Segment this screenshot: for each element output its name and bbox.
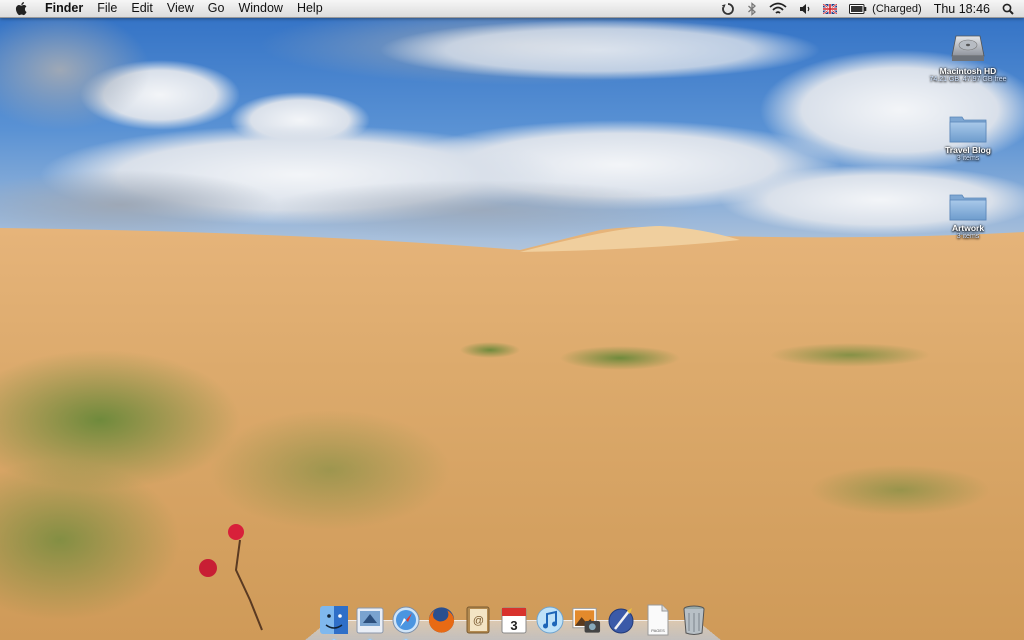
dock-item-safari[interactable] — [390, 603, 421, 640]
bluetooth-icon[interactable] — [747, 0, 757, 17]
desktop-icon-info: 74.21 GB, 47.97 GB free — [929, 76, 1007, 83]
sync-icon[interactable] — [721, 0, 735, 17]
dock-item-pages-document[interactable]: PAGES — [643, 603, 674, 637]
pages-doc-label: PAGES — [652, 628, 666, 633]
iphoto-icon — [572, 607, 600, 633]
finder-icon — [319, 606, 348, 634]
dock-item-iphoto[interactable] — [571, 603, 602, 637]
ical-icon: 3 — [501, 607, 527, 634]
trash-icon — [683, 605, 705, 635]
folder-icon — [918, 103, 1018, 143]
dock-item-finder[interactable] — [318, 603, 349, 640]
dock-item-address-book[interactable]: @ — [462, 603, 493, 637]
menu-window[interactable]: Window — [231, 0, 289, 17]
itunes-icon — [536, 606, 564, 634]
battery-status-text: (Charged) — [872, 2, 922, 15]
battery-icon[interactable]: (Charged) — [849, 0, 922, 17]
desktop-icon-info: 3 items — [956, 233, 980, 240]
dock-item-ical[interactable]: 3 — [498, 603, 529, 637]
firefox-icon — [429, 607, 455, 633]
desktop-icon-artwork[interactable]: Artwork 3 items — [918, 181, 1018, 240]
desktop-icon-travel-blog[interactable]: Travel Blog 3 items — [918, 103, 1018, 162]
address-book-icon: @ — [466, 606, 490, 634]
desktop-icon-macintosh-hd[interactable]: Macintosh HD 74.21 GB, 47.97 GB free — [918, 24, 1018, 83]
uk-flag-icon[interactable] — [823, 0, 838, 17]
svg-text:@: @ — [473, 615, 484, 627]
desktop[interactable]: Finder File Edit View Go Window Help (Ch… — [0, 0, 1024, 640]
dock-item-firefox[interactable] — [426, 603, 457, 637]
hard-drive-icon — [918, 24, 1018, 64]
menu-go[interactable]: Go — [201, 0, 232, 17]
dock-item-preview[interactable] — [607, 603, 638, 637]
desert-wallpaper — [0, 0, 1024, 640]
menu-bar: Finder File Edit View Go Window Help (Ch… — [0, 0, 1024, 18]
menu-file[interactable]: File — [90, 0, 124, 17]
desktop-icon-label: Travel Blog — [945, 145, 991, 155]
mail-icon — [356, 607, 384, 634]
dock-item-trash[interactable] — [679, 603, 710, 637]
preview-icon — [608, 608, 634, 634]
wifi-icon[interactable] — [769, 0, 787, 17]
menu-view[interactable]: View — [160, 0, 201, 17]
menu-clock[interactable]: Thu 18:46 — [934, 2, 990, 16]
volume-icon[interactable] — [799, 0, 811, 17]
app-menu-finder[interactable]: Finder — [43, 0, 90, 17]
ical-date: 3 — [510, 618, 517, 633]
spotlight-icon[interactable] — [1002, 0, 1014, 17]
apple-icon[interactable] — [14, 1, 32, 16]
pages-document-icon: PAGES — [647, 604, 669, 636]
dock: @ 3 PAGES — [318, 595, 710, 640]
desktop-icon-label: Macintosh HD — [939, 66, 997, 76]
dock-item-itunes[interactable] — [535, 603, 566, 637]
safari-icon — [392, 606, 420, 634]
menu-edit[interactable]: Edit — [124, 0, 160, 17]
menu-help[interactable]: Help — [290, 0, 330, 17]
folder-icon — [918, 181, 1018, 221]
dock-item-mail[interactable] — [354, 603, 385, 640]
desktop-icon-label: Artwork — [951, 223, 985, 233]
desktop-icon-info: 3 items — [956, 155, 980, 162]
